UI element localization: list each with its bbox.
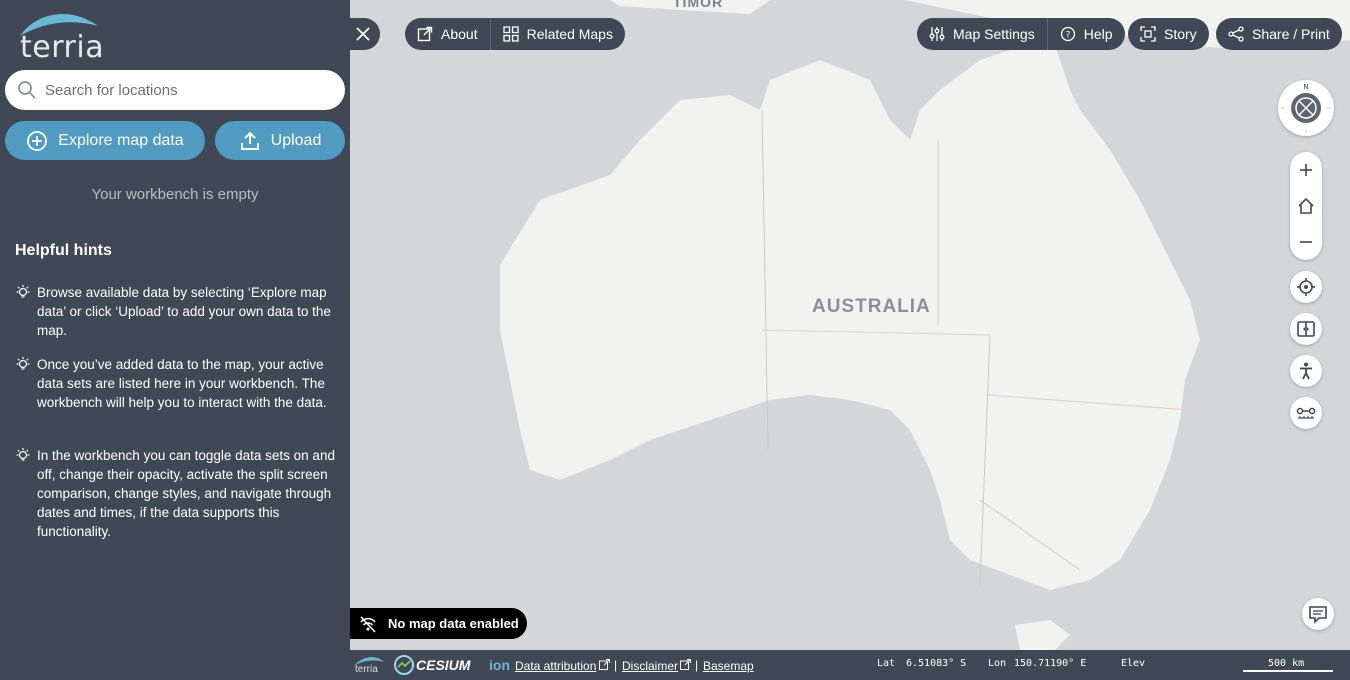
external-link-icon (417, 26, 433, 42)
feedback-button[interactable] (1302, 598, 1334, 630)
upload-icon (240, 131, 259, 150)
lightbulb-icon (16, 285, 30, 298)
terria-small-text: terria (355, 664, 378, 675)
story-label: Story (1164, 26, 1197, 42)
explore-map-data-button[interactable]: Explore map data (5, 121, 205, 160)
hint-text: In the workbench you can toggle data set… (37, 448, 335, 539)
map-landmass (500, 0, 1350, 650)
search-input[interactable] (45, 81, 325, 99)
external-link-icon (599, 659, 610, 670)
help-icon: ? (1060, 26, 1075, 42)
story-icon (1140, 26, 1156, 42)
split-screen-button[interactable] (1290, 313, 1322, 345)
lightbulb-icon (16, 448, 30, 461)
map-data-status: No map data enabled (350, 608, 527, 639)
timor-label: TIMOR (673, 0, 724, 10)
workbench-empty-text: Your workbench is empty (91, 186, 259, 203)
search-icon (18, 81, 36, 99)
hint-item: Browse available data by selecting ‘Expl… (15, 283, 340, 340)
hint-item: Once you’ve added data to the map, your … (15, 355, 340, 412)
measure-tool-button[interactable] (1290, 397, 1322, 429)
zoom-in-icon[interactable] (1298, 162, 1314, 178)
hint-text: Browse available data by selecting ‘Expl… (37, 285, 331, 338)
external-link-icon (680, 659, 691, 670)
related-maps-button[interactable]: Related Maps (491, 18, 625, 50)
share-print-button[interactable]: Share / Print (1216, 18, 1342, 50)
separator: | (695, 658, 699, 672)
locate-icon (1297, 278, 1315, 296)
logo-text: terria (20, 30, 105, 65)
close-sidebar-button[interactable] (345, 18, 380, 50)
my-location-button[interactable] (1290, 271, 1322, 303)
accessibility-icon (1300, 362, 1312, 380)
compass-n-letter: N (1303, 83, 1308, 91)
share-icon (1228, 26, 1244, 42)
compass-control[interactable]: N (1278, 80, 1334, 136)
lon-value: 150.71190° E (1014, 658, 1087, 669)
measure-icon (1296, 407, 1316, 419)
hint-item: In the workbench you can toggle data set… (15, 446, 340, 541)
svg-text:?: ? (1065, 31, 1070, 41)
plus-circle-icon (27, 130, 48, 151)
search-box[interactable] (5, 70, 345, 110)
grid-icon (502, 26, 519, 42)
separator: | (614, 658, 618, 672)
basemap-link[interactable]: Basemap (703, 659, 754, 673)
upload-button[interactable]: Upload (215, 121, 345, 160)
cesium-logo-icon (394, 655, 414, 675)
lat-label: Lat (877, 658, 896, 669)
compass-icon: N (1281, 83, 1331, 133)
map-canvas[interactable]: TIMOR AUSTRALIA About Related Maps Map S… (350, 0, 1350, 650)
country-label: AUSTRALIA (812, 296, 931, 317)
story-button[interactable]: Story (1128, 18, 1209, 50)
zoom-out-icon[interactable] (1298, 234, 1314, 250)
elev-label: Elev (1121, 658, 1146, 669)
scale-bar (1243, 670, 1333, 672)
about-related-group: About Related Maps (405, 18, 625, 50)
lightbulb-icon (16, 357, 30, 370)
hint-text: Once you’ve added data to the map, your … (37, 357, 327, 410)
lon-label: Lon (988, 658, 1007, 669)
status-text: No map data enabled (388, 616, 519, 631)
help-label: Help (1083, 26, 1113, 42)
lat-value: 6.51083° S (906, 658, 967, 669)
accessibility-button[interactable] (1290, 355, 1322, 387)
zoom-control-group (1290, 152, 1322, 260)
ion-text: ion (489, 657, 510, 673)
settings-help-group: Map Settings ? Help (917, 18, 1125, 50)
sliders-icon (929, 27, 945, 41)
sidebar: terria Explore map data Upload Your work… (0, 0, 350, 680)
help-button[interactable]: ? Help (1048, 18, 1125, 50)
data-attribution-link[interactable]: Data attribution (515, 659, 596, 673)
close-icon (355, 27, 370, 41)
bottom-bar: terria CESIUM ion Data attribution | Dis… (350, 650, 1350, 680)
map-settings-button[interactable]: Map Settings (917, 18, 1047, 50)
disclaimer-link[interactable]: Disclaimer (622, 659, 678, 673)
explore-label: Explore map data (58, 131, 184, 149)
about-label: About (441, 26, 478, 42)
split-screen-icon (1297, 321, 1315, 337)
scale-label: 500 km (1268, 658, 1305, 669)
feedback-icon (1309, 606, 1327, 624)
no-data-icon (360, 615, 376, 633)
related-maps-label: Related Maps (526, 26, 613, 42)
about-button[interactable]: About (405, 18, 490, 50)
helpful-hints-heading: Helpful hints (15, 242, 112, 259)
share-label: Share / Print (1252, 26, 1330, 42)
upload-label: Upload (270, 131, 322, 149)
cesium-text: CESIUM (416, 657, 471, 673)
home-icon[interactable] (1297, 197, 1315, 215)
map-settings-label: Map Settings (953, 26, 1035, 42)
